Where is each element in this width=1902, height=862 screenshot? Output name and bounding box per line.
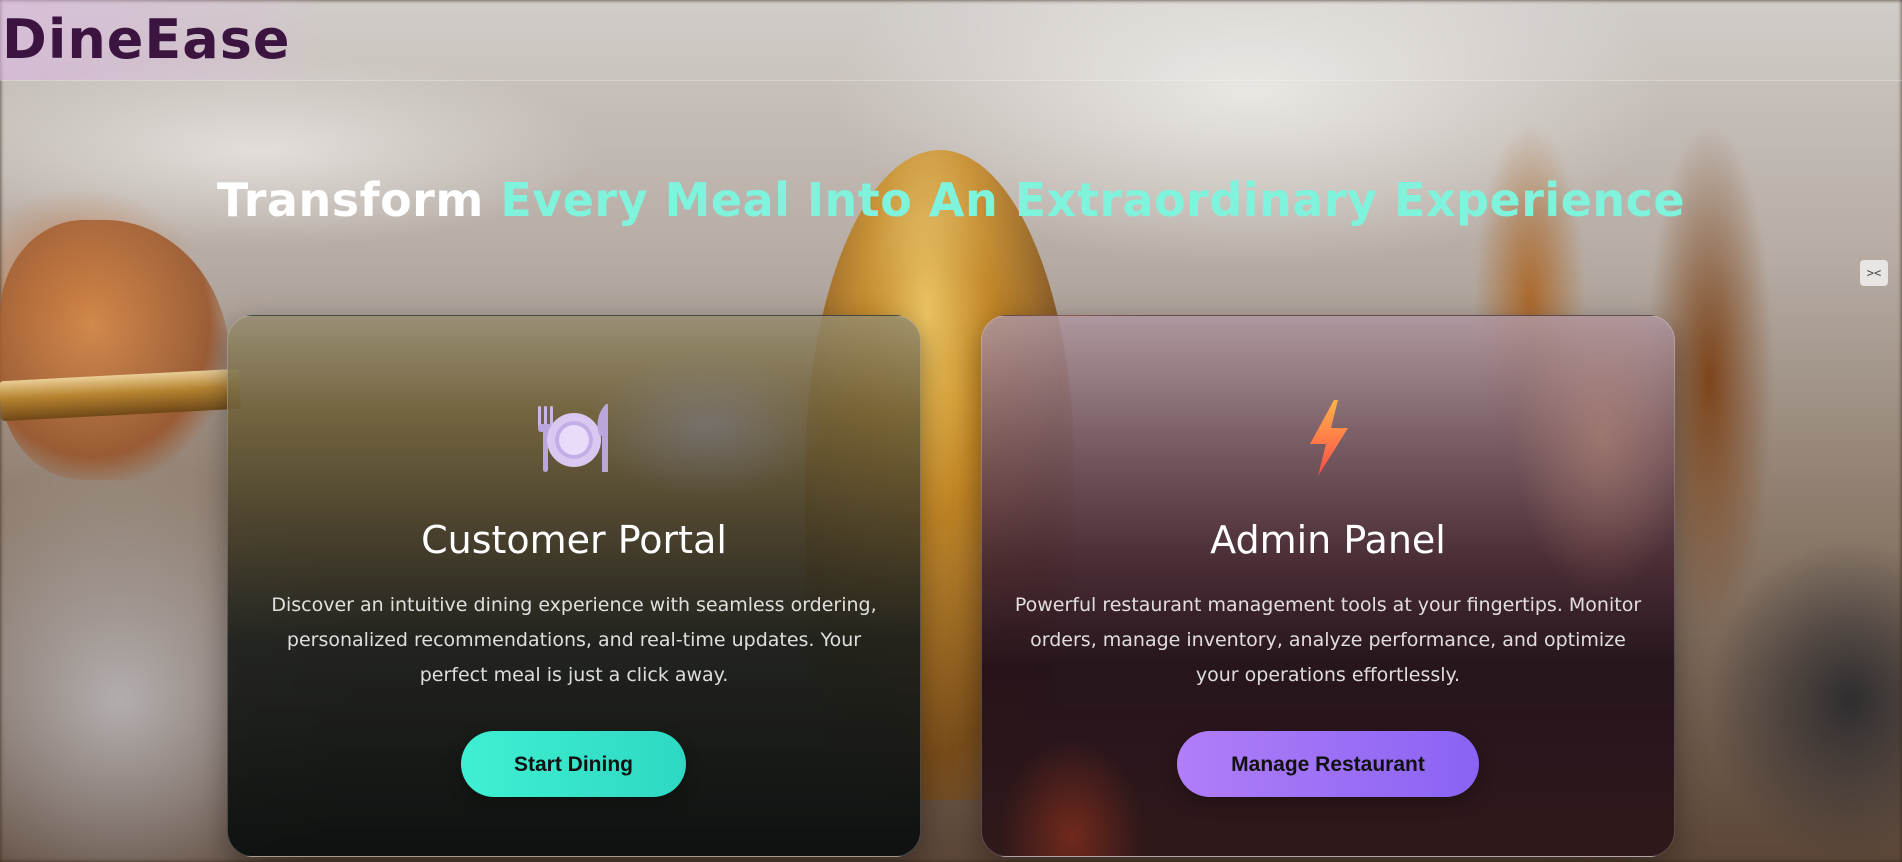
- card-description: Discover an intuitive dining experience …: [271, 594, 877, 686]
- manage-restaurant-button[interactable]: Manage Restaurant: [1177, 731, 1479, 797]
- admin-panel-card: Admin Panel Powerful restaurant manageme…: [981, 315, 1675, 857]
- brand-logo[interactable]: DineEase: [2, 8, 291, 72]
- card-description: Powerful restaurant management tools at …: [1014, 594, 1642, 686]
- lightning-bolt-icon: [982, 398, 1674, 478]
- card-title: Customer Portal: [421, 518, 727, 562]
- start-dining-button[interactable]: Start Dining: [461, 731, 686, 797]
- hero-title: Transform Every Meal Into An Extraordina…: [0, 168, 1902, 232]
- hero-title-part1: Transform: [216, 173, 484, 227]
- card-title: Admin Panel: [1210, 518, 1446, 562]
- logo-container[interactable]: DineEase: [0, 0, 320, 80]
- side-panel-toggle[interactable]: ><: [1860, 260, 1888, 286]
- top-header: DineEase: [0, 0, 1902, 81]
- customer-portal-card: Customer Portal Discover an intuitive di…: [227, 315, 921, 857]
- fork-knife-plate-icon: [228, 398, 920, 478]
- hero-title-part2: Every Meal Into An Extraordinary Experie…: [500, 173, 1686, 227]
